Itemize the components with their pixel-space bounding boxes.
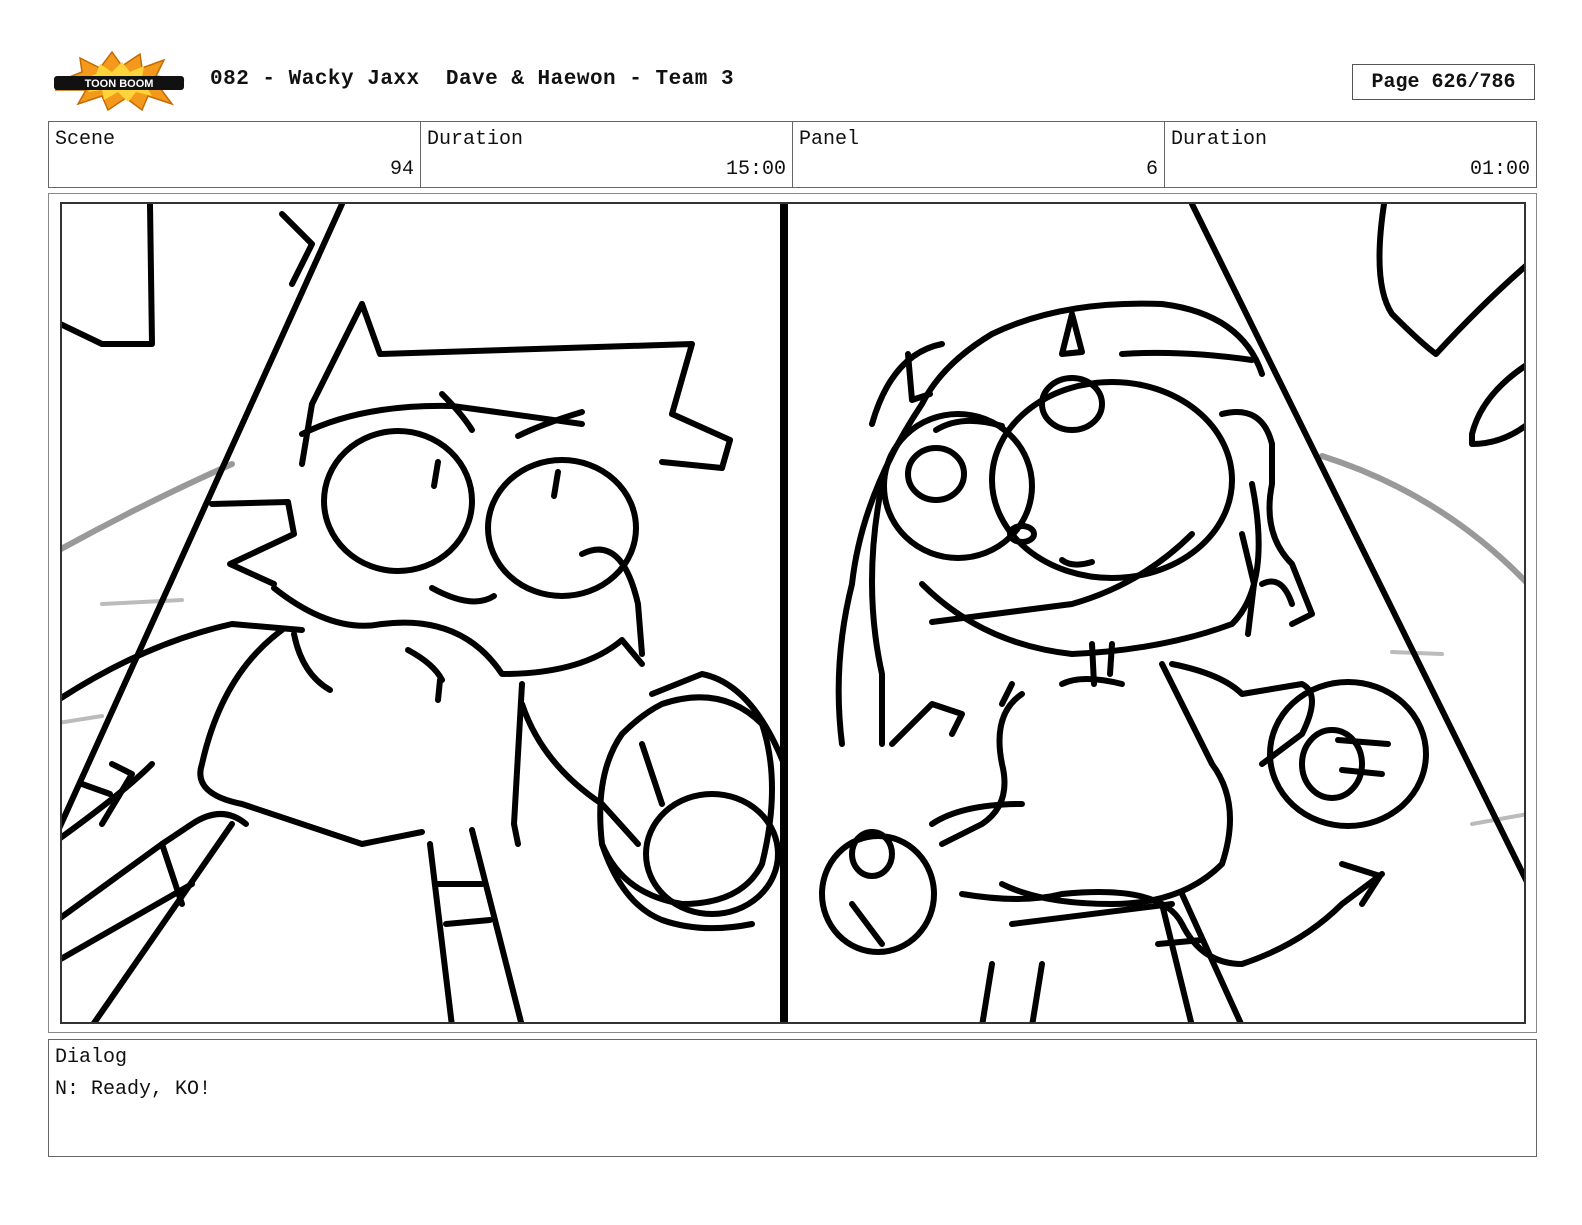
logo-text: TOON BOOM bbox=[85, 78, 154, 90]
character-enid bbox=[819, 300, 1429, 1022]
scene-duration-cell: Duration 15:00 bbox=[421, 122, 793, 187]
panel-value: 6 bbox=[1145, 158, 1158, 181]
scene-info-row: Scene 94 Duration 15:00 Panel 6 Duration… bbox=[48, 121, 1537, 188]
storyboard-panel-drawing bbox=[60, 202, 1526, 1024]
dialog-line: N: Ready, KO! bbox=[55, 1078, 212, 1101]
scene-label: Scene bbox=[55, 128, 116, 151]
scene-value: 94 bbox=[389, 158, 414, 181]
page-number-text: Page 626/786 bbox=[1371, 70, 1516, 94]
document-title: 082 - Wacky Jaxx Dave & Haewon - Team 3 bbox=[210, 68, 735, 91]
dialog-box: Dialog N: Ready, KO! bbox=[48, 1039, 1537, 1157]
panel-duration-label: Duration bbox=[1171, 128, 1268, 151]
scene-duration-label: Duration bbox=[427, 128, 524, 151]
dialog-label: Dialog bbox=[55, 1046, 128, 1069]
character-ko bbox=[62, 301, 787, 1022]
scene-cell: Scene 94 bbox=[49, 122, 421, 187]
panel-label: Panel bbox=[799, 128, 860, 151]
panel-cell: Panel 6 bbox=[793, 122, 1165, 187]
panel-duration-value: 01:00 bbox=[1469, 158, 1530, 181]
toon-boom-logo: TOON BOOM bbox=[52, 50, 190, 112]
page-number: Page 626/786 bbox=[1352, 64, 1535, 100]
panel-duration-cell: Duration 01:00 bbox=[1165, 122, 1536, 187]
scene-duration-value: 15:00 bbox=[725, 158, 786, 181]
